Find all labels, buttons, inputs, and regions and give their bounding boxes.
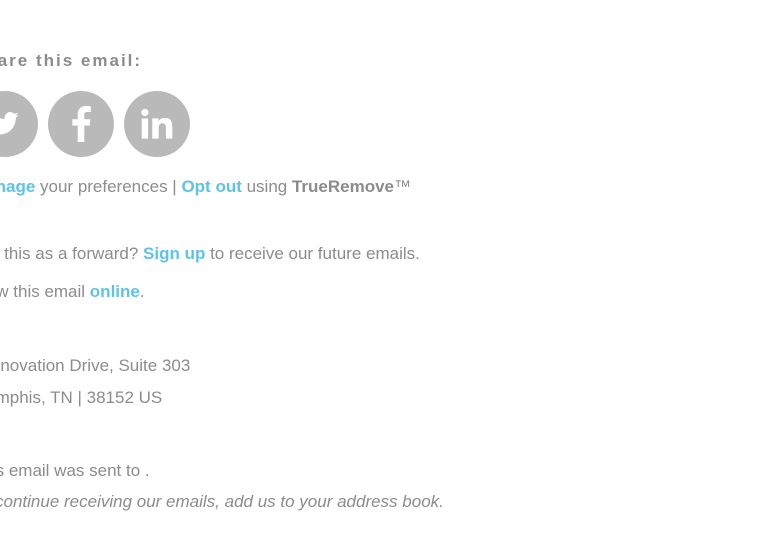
brand-name: TrueRemove <box>291 177 395 196</box>
online-suffix-text: . <box>139 282 145 301</box>
address-book-notice: To continue receiving our emails, add us… <box>0 492 444 511</box>
facebook-icon <box>72 106 91 142</box>
online-prefix-text: View this email <box>0 282 86 301</box>
twitter-share-button[interactable] <box>0 91 38 157</box>
view-online-line: View this email online. <box>0 281 145 303</box>
opt-out-suffix-text: using <box>241 177 292 196</box>
sent-to-notice: This email was sent to . <box>0 461 150 480</box>
address-line-2: Memphis, TN | 38152 US <box>0 388 163 407</box>
linkedin-icon <box>141 108 173 139</box>
view-online-link[interactable]: online <box>90 282 140 301</box>
manage-suffix-text: your preferences | <box>35 177 182 196</box>
forward-suffix-text: to receive our future emails. <box>205 244 420 263</box>
opt-out-link[interactable]: Opt out <box>181 177 241 196</box>
address-line-1: 1 Innovation Drive, Suite 303 <box>0 356 191 375</box>
manage-preferences-link[interactable]: Manage <box>0 177 35 196</box>
social-share-row <box>0 91 190 157</box>
share-heading: Share this email: <box>0 51 143 70</box>
email-footer: Share this email: Manage your preference… <box>0 0 784 537</box>
preferences-line: Manage your preferences | Opt out using … <box>0 176 411 198</box>
sign-up-link[interactable]: Sign up <box>143 244 205 263</box>
twitter-icon <box>0 112 19 135</box>
trademark-symbol: ™ <box>394 177 412 196</box>
forward-prefix-text: Got this as a forward? <box>0 244 139 263</box>
linkedin-share-button[interactable] <box>124 91 190 157</box>
facebook-share-button[interactable] <box>48 91 114 157</box>
forward-line: Got this as a forward? Sign up to receiv… <box>0 243 420 265</box>
